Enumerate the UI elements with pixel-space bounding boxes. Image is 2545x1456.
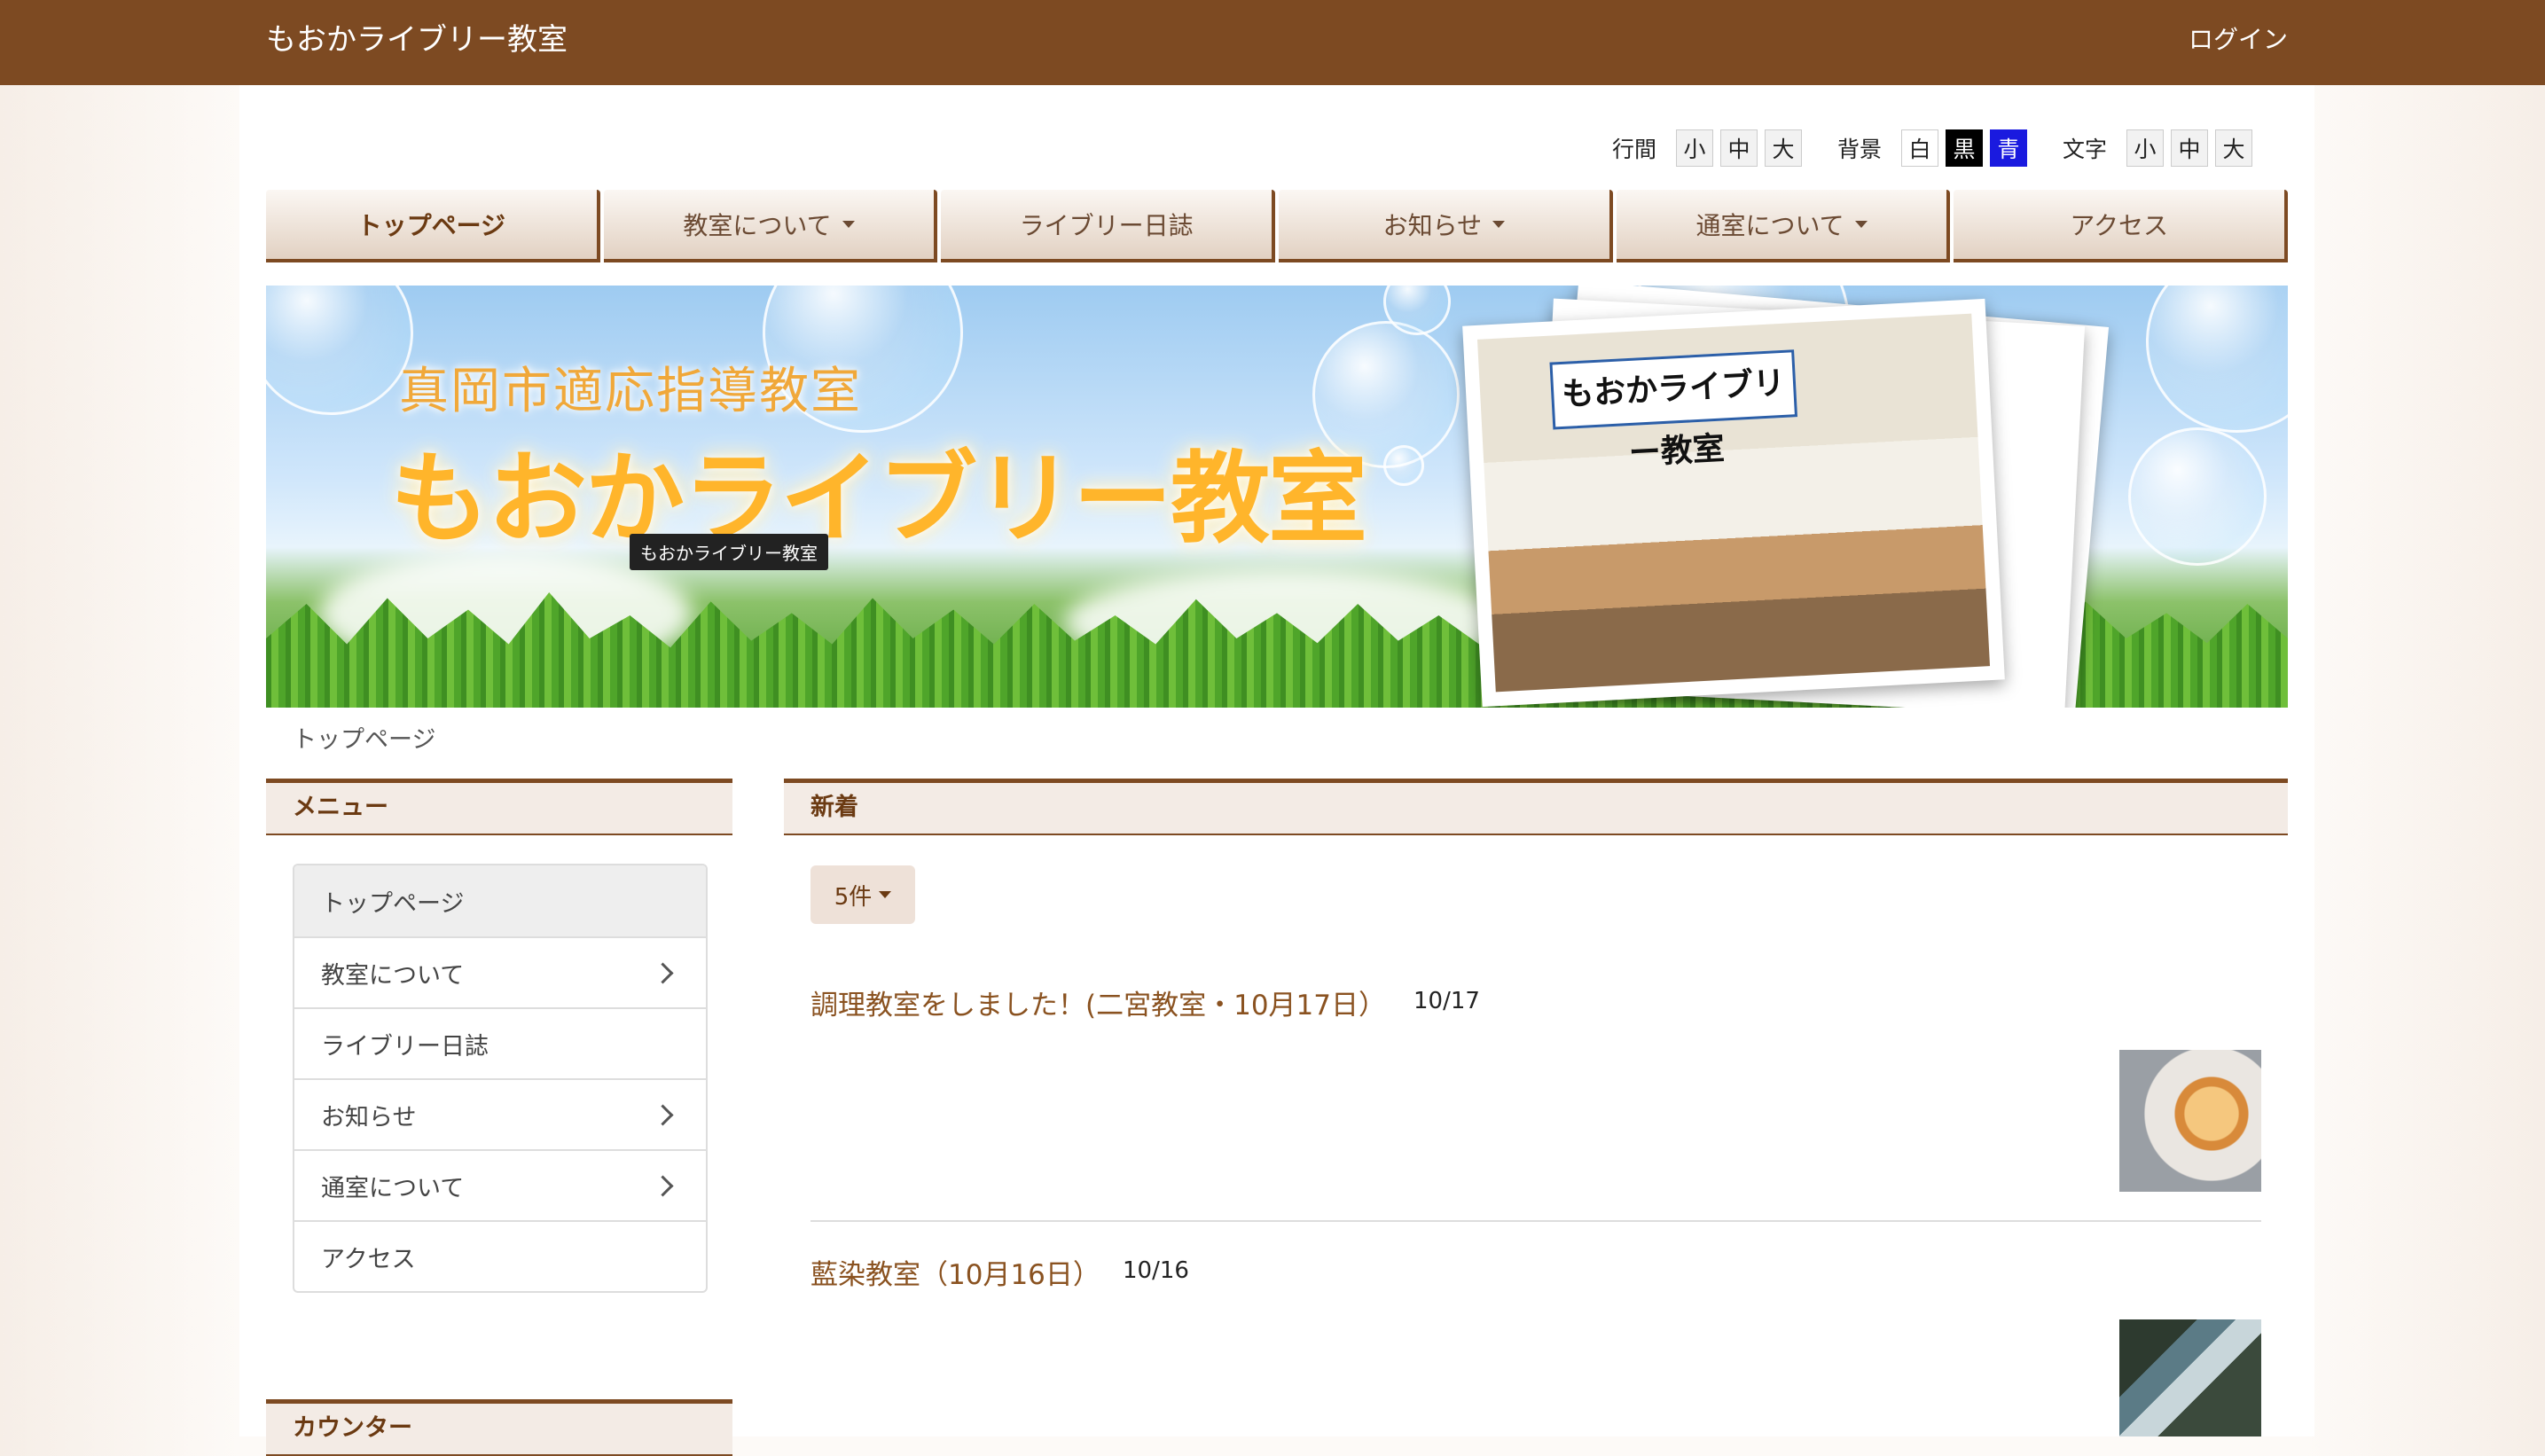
- background-black-button[interactable]: 黒: [1945, 129, 1983, 167]
- new-arrivals-heading: 新着: [784, 779, 2288, 835]
- site-title[interactable]: もおかライブリー教室: [266, 20, 568, 60]
- bubble-decoration: [2128, 427, 2267, 566]
- sidebar-item-access[interactable]: アクセス: [294, 1220, 706, 1291]
- sidebar-item-label: 教室について: [321, 961, 465, 990]
- text-size-small-button[interactable]: 小: [2126, 129, 2164, 167]
- line-spacing-medium-button[interactable]: 中: [1719, 129, 1758, 167]
- classroom-photo-image: もおかライブリー教室: [1476, 313, 1991, 693]
- item-count-dropdown[interactable]: 5件: [810, 865, 915, 924]
- nav-attendance[interactable]: 通室について: [1616, 190, 1951, 262]
- nav-about-classroom[interactable]: 教室について: [603, 190, 938, 262]
- chevron-right-icon: [652, 1174, 674, 1197]
- background-label: 背景: [1836, 137, 1882, 162]
- sidebar-item-label: アクセス: [321, 1245, 416, 1273]
- sidebar-item-notices[interactable]: お知らせ: [294, 1078, 706, 1149]
- accessibility-toolbar: 行間 小 中 大 背景 白 黒 青 文字 小 中 大: [1612, 129, 2252, 167]
- sidebar-item-about-classroom[interactable]: 教室について: [294, 936, 706, 1007]
- news-item-date: 10/16: [1123, 1257, 1189, 1284]
- text-size-label: 文字: [2062, 137, 2107, 162]
- line-spacing-small-button[interactable]: 小: [1675, 129, 1713, 167]
- menu-heading: メニュー: [266, 779, 732, 835]
- sidebar-item-attendance[interactable]: 通室について: [294, 1149, 706, 1220]
- text-size-medium-button[interactable]: 中: [2171, 129, 2208, 167]
- nav-label: 通室について: [1695, 211, 1844, 240]
- bubble-decoration: [266, 286, 413, 415]
- nav-access[interactable]: アクセス: [1954, 190, 2289, 262]
- classroom-sign: もおかライブリー教室: [1549, 349, 1798, 472]
- chevron-right-icon: [652, 1103, 674, 1126]
- nav-label: アクセス: [2070, 211, 2168, 240]
- caret-down-icon: [1854, 221, 1868, 228]
- sidebar-item-label: お知らせ: [321, 1103, 417, 1131]
- item-count-label: 5件: [834, 883, 873, 911]
- background-blue-button[interactable]: 青: [1989, 129, 2027, 167]
- chevron-right-icon: [652, 961, 674, 984]
- news-item-title[interactable]: 調理教室をしました！(二宮教室・10月17日）: [810, 982, 1386, 1022]
- bubble-decoration: [2146, 286, 2288, 433]
- caret-down-icon: [842, 221, 855, 228]
- header-banner: 真岡市適応指導教室 もおかライブリー教室 もおかライブリー教室 もおかライブリー…: [266, 286, 2288, 708]
- sidebar-item-label: ライブリー日誌: [321, 1032, 489, 1061]
- nav-label: ライブリー日誌: [1019, 211, 1194, 240]
- news-item-title[interactable]: 藍染教室（10月16日）: [810, 1252, 1100, 1292]
- nav-lively-diary[interactable]: ライブリー日誌: [941, 190, 1276, 262]
- main-nav: トップページ 教室について ライブリー日誌 お知らせ 通室について アクセス: [266, 190, 2289, 266]
- nav-label: トップページ: [356, 211, 506, 240]
- top-bar: もおかライブリー教室 ログイン: [0, 0, 2545, 85]
- breadcrumb[interactable]: トップページ: [293, 720, 435, 755]
- news-item-date: 10/17: [1413, 988, 1480, 1014]
- sidebar-item-top-page[interactable]: トップページ: [294, 865, 706, 936]
- sidebar-item-lively-diary[interactable]: ライブリー日誌: [294, 1007, 706, 1078]
- classroom-photo: もおかライブリー教室: [1462, 298, 2005, 708]
- news-item-thumbnail[interactable]: [2119, 1319, 2261, 1436]
- login-link[interactable]: ログイン: [2189, 21, 2288, 59]
- nav-notices[interactable]: お知らせ: [1279, 190, 1613, 262]
- nav-label: 教室について: [683, 211, 832, 240]
- caret-down-icon: [879, 891, 892, 898]
- sidebar-item-label: 通室について: [321, 1174, 465, 1202]
- banner-tooltip: もおかライブリー教室: [630, 534, 828, 570]
- background-white-button[interactable]: 白: [1900, 129, 1938, 167]
- news-item-thumbnail[interactable]: [2119, 1050, 2261, 1192]
- bubble-decoration: [1383, 445, 1424, 486]
- line-spacing-large-button[interactable]: 大: [1764, 129, 1802, 167]
- nav-top-page[interactable]: トップページ: [266, 190, 600, 262]
- line-spacing-label: 行間: [1611, 137, 1656, 162]
- caret-down-icon: [1492, 221, 1506, 228]
- nav-label: お知らせ: [1382, 211, 1483, 240]
- sidebar-menu: トップページ 教室について ライブリー日誌 お知らせ 通室について アクセス: [293, 864, 708, 1293]
- banner-subtitle: 真岡市適応指導教室: [399, 363, 862, 420]
- counter-heading: カウンター: [266, 1399, 732, 1456]
- banner-title: もおかライブリー教室: [390, 442, 1367, 557]
- text-size-large-button[interactable]: 大: [2215, 129, 2252, 167]
- sidebar-item-label: トップページ: [321, 889, 465, 918]
- news-divider: [810, 1220, 2261, 1222]
